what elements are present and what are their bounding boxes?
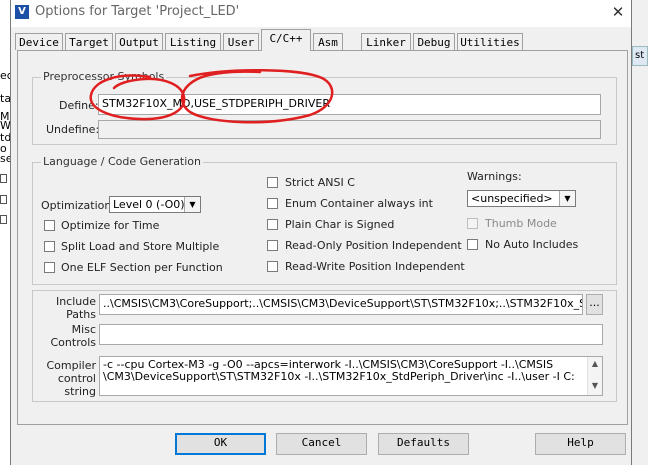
include-paths-label: Include Paths bbox=[50, 295, 96, 321]
rw-position-independent-checkbox[interactable] bbox=[267, 261, 278, 272]
background-window-right bbox=[632, 0, 648, 465]
compiler-label-line: string bbox=[64, 385, 96, 398]
bg-fragment: ta bbox=[0, 93, 10, 105]
undefine-input[interactable] bbox=[98, 120, 601, 139]
tab-utilities[interactable]: Utilities bbox=[457, 33, 523, 50]
optimization-value: Level 0 (-O0) bbox=[113, 198, 185, 211]
file-icon bbox=[0, 215, 7, 224]
tab-output[interactable]: Output bbox=[115, 33, 163, 50]
codegen-group: Language / Code Generation Optimization:… bbox=[32, 155, 617, 285]
tab-debug[interactable]: Debug bbox=[413, 33, 455, 50]
compiler-control-line: \CM3\DeviceSupport\ST\STM32F10x -I..\STM… bbox=[103, 370, 575, 383]
close-icon[interactable]: ✕ bbox=[607, 2, 629, 22]
ro-position-independent-checkbox[interactable] bbox=[267, 240, 278, 251]
warnings-select[interactable]: <unspecified> ▼ bbox=[467, 190, 576, 207]
one-elf-section-checkbox[interactable] bbox=[44, 262, 55, 273]
rw-position-independent-label: Read-Write Position Independent bbox=[285, 260, 465, 273]
tab-cc[interactable]: C/C++ bbox=[261, 29, 311, 51]
file-icon bbox=[0, 174, 7, 183]
thumb-mode-checkbox[interactable] bbox=[467, 218, 478, 229]
file-icon bbox=[0, 195, 7, 204]
include-label-line: Paths bbox=[66, 308, 96, 321]
bg-fragment: W bbox=[0, 120, 10, 132]
tab-asm[interactable]: Asm bbox=[313, 33, 343, 50]
defaults-button[interactable]: Defaults bbox=[378, 433, 469, 455]
compiler-settings-group: Include Paths ..\CMSIS\CM3\CoreSupport;.… bbox=[32, 290, 617, 402]
optimize-for-time-checkbox[interactable] bbox=[44, 220, 55, 231]
optimization-select[interactable]: Level 0 (-O0) ▼ bbox=[109, 196, 201, 213]
misc-controls-label: Misc Controls bbox=[50, 323, 97, 349]
bg-fragment: se bbox=[0, 153, 10, 165]
enum-container-label: Enum Container always int bbox=[285, 197, 433, 210]
keil-app-icon: V bbox=[15, 5, 29, 19]
ok-button[interactable]: OK bbox=[175, 433, 266, 455]
tab-target[interactable]: Target bbox=[65, 33, 113, 50]
scroll-down-icon[interactable]: ▼ bbox=[588, 379, 602, 393]
split-load-store-checkbox[interactable] bbox=[44, 241, 55, 252]
compiler-label-line: control bbox=[57, 372, 96, 385]
background-window-left: ect ta M W td o se bbox=[0, 0, 10, 465]
compiler-label-line: Compiler bbox=[46, 359, 96, 372]
optimize-for-time-label: Optimize for Time bbox=[61, 219, 160, 232]
compiler-control-label: Compiler control string bbox=[38, 359, 96, 398]
preprocessor-group: Preprocessor Symbols Define: STM32F10X_M… bbox=[32, 70, 617, 145]
misc-label-line: Misc bbox=[71, 323, 96, 336]
chevron-down-icon[interactable]: ▼ bbox=[559, 191, 575, 206]
optimization-label: Optimization: bbox=[41, 199, 116, 212]
browse-include-paths-button[interactable]: ... bbox=[586, 294, 603, 315]
chevron-down-icon[interactable]: ▼ bbox=[184, 197, 200, 212]
undefine-label: Undefine: bbox=[46, 123, 100, 136]
tab-listing[interactable]: Listing bbox=[165, 33, 221, 50]
title-bar[interactable]: V Options for Target 'Project_LED' ✕ bbox=[11, 0, 631, 27]
thumb-mode-label: Thumb Mode bbox=[485, 217, 557, 230]
include-paths-input[interactable]: ..\CMSIS\CM3\CoreSupport;..\CMSIS\CM3\De… bbox=[99, 294, 583, 315]
window-title: Options for Target 'Project_LED' bbox=[35, 4, 240, 19]
plain-char-signed-label: Plain Char is Signed bbox=[285, 218, 395, 231]
tab-device[interactable]: Device bbox=[15, 33, 63, 50]
tab-linker[interactable]: Linker bbox=[361, 33, 411, 50]
bg-fragment: ect bbox=[0, 70, 10, 82]
compiler-control-scrollbar[interactable]: ▲ ▼ bbox=[587, 357, 602, 395]
strict-ansi-checkbox[interactable] bbox=[267, 177, 278, 188]
options-dialog: V Options for Target 'Project_LED' ✕ Dev… bbox=[10, 0, 632, 465]
include-label-line: Include bbox=[55, 295, 96, 308]
define-label: Define: bbox=[59, 99, 99, 112]
tab-user[interactable]: User bbox=[223, 33, 259, 50]
background-tab[interactable]: st bbox=[632, 46, 648, 66]
no-auto-includes-label: No Auto Includes bbox=[485, 238, 579, 251]
define-input[interactable]: STM32F10X_MD,USE_STDPERIPH_DRIVER bbox=[98, 94, 601, 115]
no-auto-includes-checkbox[interactable] bbox=[467, 239, 478, 250]
compiler-control-string[interactable]: -c --cpu Cortex-M3 -g -O0 --apcs=interwo… bbox=[99, 356, 603, 396]
split-load-store-label: Split Load and Store Multiple bbox=[61, 240, 220, 253]
scroll-up-icon[interactable]: ▲ bbox=[588, 357, 602, 371]
warnings-label: Warnings: bbox=[467, 170, 522, 183]
cancel-button[interactable]: Cancel bbox=[276, 433, 367, 455]
misc-label-line: Controls bbox=[50, 336, 97, 349]
warnings-value: <unspecified> bbox=[471, 192, 553, 205]
ro-position-independent-label: Read-Only Position Independent bbox=[285, 239, 462, 252]
strict-ansi-label: Strict ANSI C bbox=[285, 176, 355, 189]
one-elf-section-label: One ELF Section per Function bbox=[61, 261, 223, 274]
plain-char-signed-checkbox[interactable] bbox=[267, 219, 278, 230]
help-button[interactable]: Help bbox=[535, 433, 626, 455]
preprocessor-legend: Preprocessor Symbols bbox=[41, 70, 167, 83]
enum-container-checkbox[interactable] bbox=[267, 198, 278, 209]
codegen-legend: Language / Code Generation bbox=[41, 155, 204, 168]
misc-controls-input[interactable] bbox=[99, 324, 603, 345]
